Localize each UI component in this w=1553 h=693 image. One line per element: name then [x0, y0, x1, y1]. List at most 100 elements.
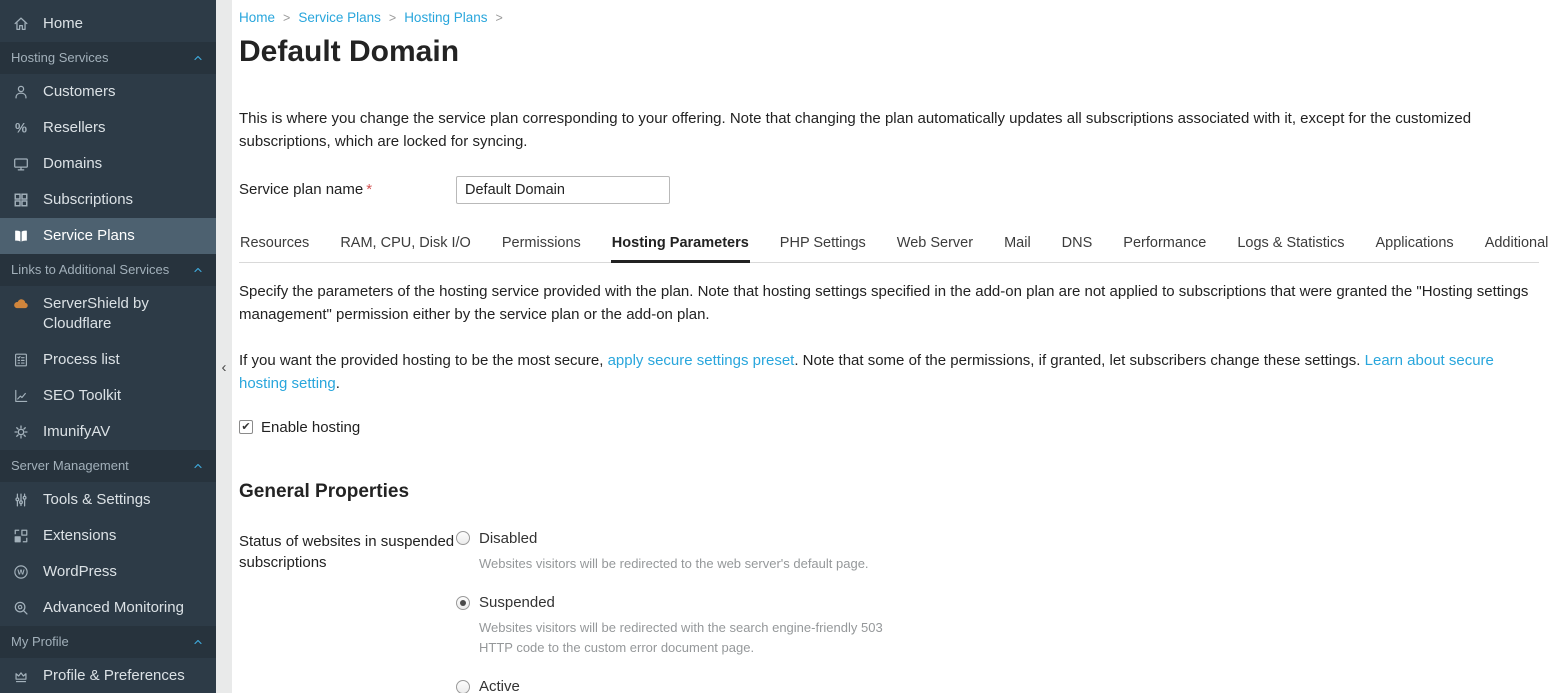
sidebar-item-wordpress[interactable]: W WordPress: [0, 554, 216, 590]
sidebar-item-tools-settings[interactable]: Tools & Settings: [0, 482, 216, 518]
sidebar-item-label: Home: [43, 14, 206, 34]
extensions-icon: [11, 527, 31, 545]
sidebar-item-process-list[interactable]: Process list: [0, 342, 216, 378]
breadcrumb: Home > Service Plans > Hosting Plans >: [239, 10, 1539, 25]
sidebar-section-label: My Profile: [11, 634, 69, 650]
tab-performance[interactable]: Performance: [1122, 235, 1207, 263]
hosting-parameters-note: Specify the parameters of the hosting se…: [239, 280, 1539, 327]
process-list-icon: [11, 351, 31, 369]
status-option-active: ActiveWebsites will stay accessible from…: [456, 678, 1539, 693]
sidebar-item-label: Extensions: [43, 526, 206, 546]
resellers-icon: %: [11, 119, 31, 137]
sidebar-item-customers[interactable]: Customers: [0, 74, 216, 110]
secure-note-text: .: [336, 375, 340, 392]
sidebar-item-servershield-by-cloudflare[interactable]: ServerShield by Cloudflare: [0, 286, 216, 342]
service-plan-name-label: Service plan name*: [239, 181, 456, 198]
crown-icon: [11, 667, 31, 685]
tab-mail[interactable]: Mail: [1003, 235, 1032, 263]
radio-line: Active: [456, 678, 1539, 693]
tab-permissions[interactable]: Permissions: [501, 235, 582, 263]
tab-resources[interactable]: Resources: [239, 235, 310, 263]
breadcrumb-link-service-plans[interactable]: Service Plans: [298, 10, 381, 25]
sidebar-section-my-profile[interactable]: My Profile: [0, 626, 216, 658]
enable-hosting-label: Enable hosting: [261, 419, 360, 436]
sidebar-item-seo-toolkit[interactable]: SEO Toolkit: [0, 378, 216, 414]
sidebar-item-label: Advanced Monitoring: [43, 598, 206, 618]
gear-icon: [11, 423, 31, 441]
sidebar-collapse-strip: ‹: [216, 0, 232, 693]
tab-dns[interactable]: DNS: [1061, 235, 1094, 263]
tab-web-server[interactable]: Web Server: [896, 235, 974, 263]
sidebar-section-hosting-services[interactable]: Hosting Services: [0, 42, 216, 74]
breadcrumb-separator: >: [389, 11, 396, 25]
radio-active[interactable]: [456, 680, 470, 693]
sliders-icon: [11, 491, 31, 509]
sidebar-item-imunifyav[interactable]: ImunifyAV: [0, 414, 216, 450]
sidebar-item-subscriptions[interactable]: Subscriptions: [0, 182, 216, 218]
chevron-up-icon: [192, 636, 204, 648]
sidebar-item-label: Resellers: [43, 118, 206, 138]
sidebar-section-label: Links to Additional Services: [11, 262, 169, 278]
radio-description: Websites visitors will be redirected wit…: [479, 618, 887, 657]
breadcrumb-separator: >: [283, 11, 290, 25]
breadcrumb-separator: >: [495, 11, 502, 25]
service-plans-icon: [11, 227, 31, 245]
apply-secure-settings-preset-link[interactable]: apply secure settings preset: [608, 352, 795, 369]
sidebar-section-label: Server Management: [11, 458, 129, 474]
radio-description: Websites visitors will be redirected to …: [479, 554, 887, 574]
sidebar-section-server-management[interactable]: Server Management: [0, 450, 216, 482]
tab-php-settings[interactable]: PHP Settings: [779, 235, 867, 263]
tab-applications[interactable]: Applications: [1375, 235, 1455, 263]
customers-icon: [11, 83, 31, 101]
sidebar-item-resellers[interactable]: % Resellers: [0, 110, 216, 146]
tab-additional-services[interactable]: Additional Services: [1484, 235, 1553, 263]
tab-logs-statistics[interactable]: Logs & Statistics: [1236, 235, 1345, 263]
svg-text:%: %: [15, 121, 27, 136]
radio-label-disabled: Disabled: [479, 530, 537, 547]
secure-settings-note: If you want the provided hosting to be t…: [239, 349, 1539, 396]
service-plan-name-input[interactable]: [456, 176, 670, 204]
wordpress-icon: W: [11, 563, 31, 581]
tab-ram-cpu-disk-i-o[interactable]: RAM, CPU, Disk I/O: [339, 235, 472, 263]
sidebar-item-label: Subscriptions: [43, 190, 206, 210]
sidebar-section-label: Hosting Services: [11, 50, 109, 66]
radio-disabled[interactable]: [456, 531, 470, 545]
sidebar-section-links-to-additional-services[interactable]: Links to Additional Services: [0, 254, 216, 286]
sidebar-item-label: WordPress: [43, 562, 206, 582]
required-asterisk: *: [366, 181, 372, 198]
radio-label-suspended: Suspended: [479, 594, 555, 611]
sidebar-item-service-plans[interactable]: Service Plans: [0, 218, 216, 254]
app-window: Home Hosting Services Customers% Resellers D…: [0, 0, 1553, 693]
sidebar-item-domains[interactable]: Domains: [0, 146, 216, 182]
home-icon: [11, 15, 31, 33]
breadcrumb-link-home[interactable]: Home: [239, 10, 275, 25]
service-plan-name-row: Service plan name*: [239, 176, 1539, 204]
sidebar-item-extensions[interactable]: Extensions: [0, 518, 216, 554]
secure-note-text: . Note that some of the permissions, if …: [794, 352, 1364, 369]
enable-hosting-row: Enable hosting: [239, 419, 1539, 436]
seo-toolkit-icon: [11, 387, 31, 405]
collapse-sidebar-chevron-icon[interactable]: ‹: [216, 358, 232, 378]
main-content: Home>Service Plans>Hosting Plans> Defaul…: [232, 0, 1553, 693]
sidebar-item-label: Service Plans: [43, 226, 206, 246]
status-option-suspended: Suspended Websites visitors will be redir…: [456, 594, 1539, 657]
sidebar-item-label: ServerShield by Cloudflare: [43, 294, 206, 334]
enable-hosting-checkbox[interactable]: [239, 420, 253, 434]
tab-bar: Resources RAM, CPU, Disk I/O Permissions Ho…: [239, 235, 1539, 263]
secure-note-text: If you want the provided hosting to be t…: [239, 352, 608, 369]
tab-hosting-parameters[interactable]: Hosting Parameters: [611, 235, 750, 263]
sidebar-item-home[interactable]: Home: [0, 6, 216, 42]
sidebar-item-advanced-monitoring[interactable]: Advanced Monitoring: [0, 590, 216, 626]
status-option-disabled: Disabled Websites visitors will be redire…: [456, 530, 1539, 574]
sidebar-item-label: Tools & Settings: [43, 490, 206, 510]
radio-label-active: Active: [479, 678, 520, 693]
radio-line: Suspended: [456, 594, 1539, 611]
breadcrumb-link-hosting-plans[interactable]: Hosting Plans: [404, 10, 487, 25]
radio-suspended[interactable]: [456, 596, 470, 610]
svg-text:W: W: [17, 568, 25, 577]
general-properties-heading: General Properties: [239, 481, 1539, 503]
chevron-up-icon: [192, 460, 204, 472]
sidebar-item-profile-preferences[interactable]: Profile & Preferences: [0, 658, 216, 693]
sidebar-item-label: ImunifyAV: [43, 422, 206, 442]
chevron-up-icon: [192, 264, 204, 276]
